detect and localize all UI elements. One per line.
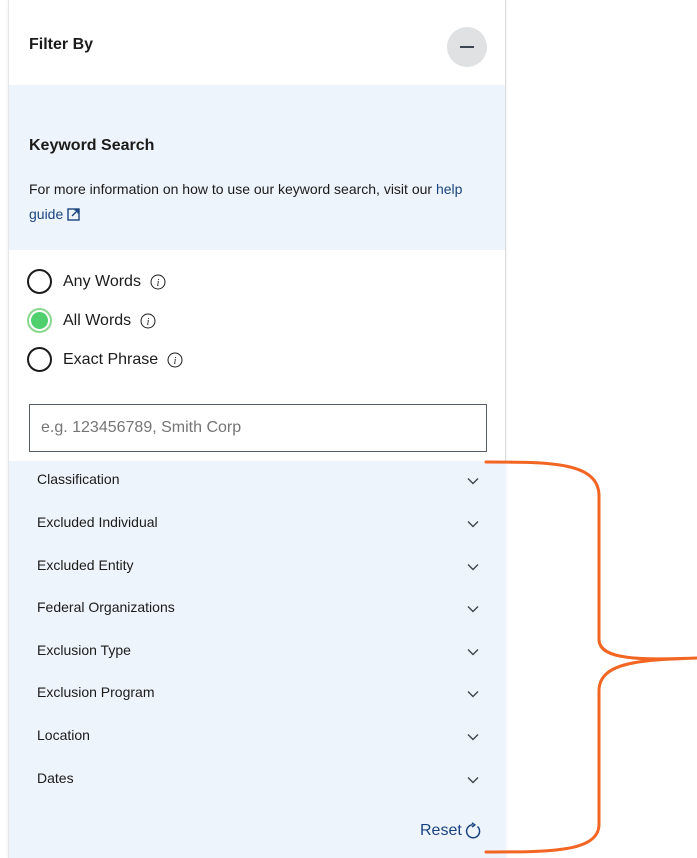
orange-bracket-annotation xyxy=(484,460,697,854)
